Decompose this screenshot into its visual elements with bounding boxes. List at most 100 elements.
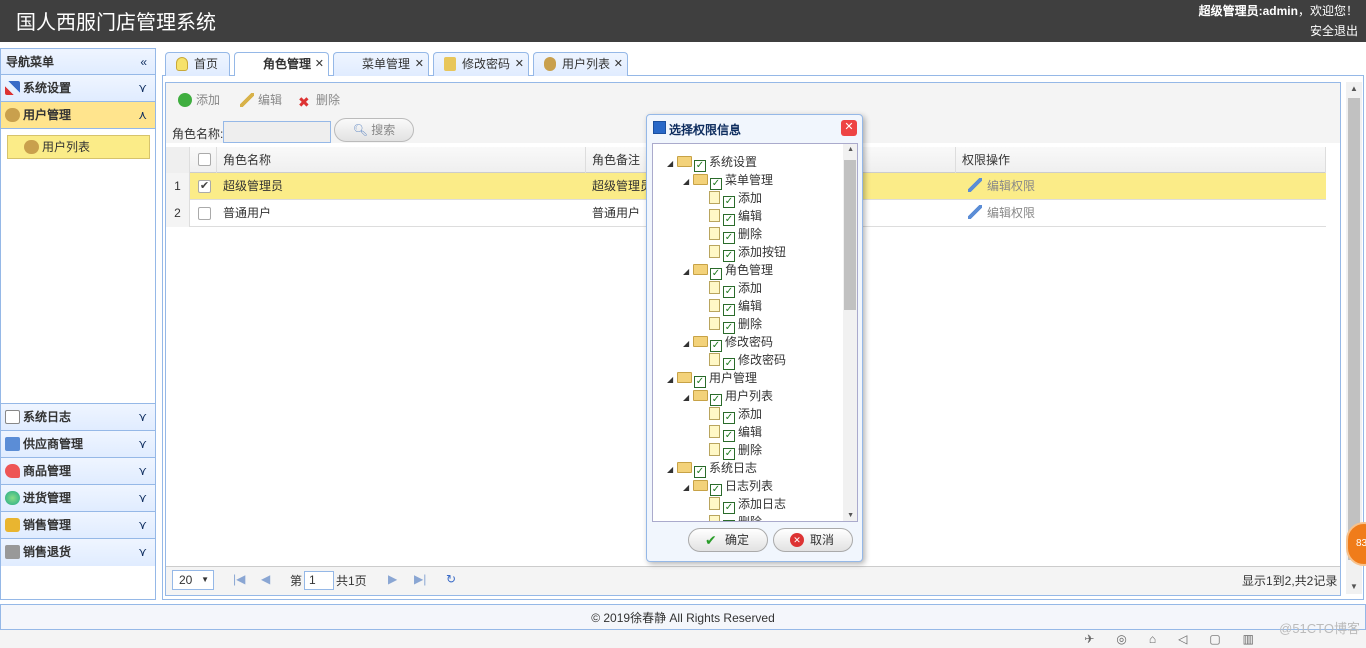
scroll-down-arrow-icon[interactable]: ▼: [1350, 582, 1358, 591]
expand-arrow-icon[interactable]: ◢: [683, 263, 693, 281]
tree-node[interactable]: ✓ 添加: [699, 189, 762, 208]
header-permission[interactable]: 权限操作: [956, 147, 1326, 173]
refresh-icon[interactable]: ↻: [446, 572, 456, 586]
expand-arrow-icon[interactable]: ◢: [667, 461, 677, 479]
nav-section-sales-return[interactable]: 销售退货 ⋎: [1, 539, 155, 566]
prev-page-icon[interactable]: ◀: [261, 572, 270, 586]
edit-button[interactable]: 编辑: [240, 91, 282, 108]
pin-icon[interactable]: ✈: [1084, 632, 1116, 646]
cell-role-name: 普通用户: [223, 206, 272, 220]
tree-node[interactable]: ✓ 编辑: [699, 297, 762, 316]
search-button[interactable]: 🔍︎ 搜索: [334, 118, 414, 142]
close-icon[interactable]: ✕: [515, 53, 524, 75]
nav-section-system-settings[interactable]: 系统设置 ⋎: [1, 75, 155, 102]
row-checkbox[interactable]: [198, 207, 211, 220]
tab-home[interactable]: 首页: [165, 52, 230, 76]
volume-icon[interactable]: ◁: [1178, 632, 1209, 646]
tree-node[interactable]: ✓删除: [699, 441, 762, 460]
tree-node[interactable]: ✓ 编辑: [699, 423, 762, 442]
nav-section-user-management[interactable]: 用户管理 ⋏: [1, 102, 155, 129]
expand-arrow-icon[interactable]: ◢: [683, 173, 693, 191]
nav-section-purchase[interactable]: 进货管理 ⋎: [1, 485, 155, 512]
close-icon[interactable]: ✕: [841, 120, 857, 136]
expand-arrow-icon[interactable]: ◢: [667, 371, 677, 389]
tree-node[interactable]: ✓ 添加: [699, 405, 763, 424]
nav-section-supplier[interactable]: 供应商管理 ⋎: [1, 431, 155, 458]
row-checkbox[interactable]: ✔: [198, 180, 211, 193]
rss-icon[interactable]: ◎: [1116, 632, 1148, 646]
tab-menu-management[interactable]: 菜单管理 ✕: [333, 52, 429, 76]
close-icon[interactable]: ✕: [415, 53, 424, 75]
expand-arrow-icon[interactable]: ◢: [683, 389, 693, 407]
add-button[interactable]: 添加: [178, 91, 220, 108]
tree-node[interactable]: ✓ 编辑: [699, 207, 762, 226]
folder-icon: [693, 174, 708, 185]
nav-section-label: 商品管理: [23, 464, 72, 478]
ok-button[interactable]: ✔ 确定: [688, 528, 768, 552]
content-scrollbar-thumb[interactable]: [1348, 98, 1360, 560]
logout-link[interactable]: 安全退出: [1310, 22, 1358, 39]
delete-button[interactable]: ✖ 删除: [298, 91, 340, 109]
expand-arrow-icon[interactable]: ◢: [683, 479, 693, 497]
tree-node[interactable]: ◢ ✓ 系统设置: [667, 153, 757, 173]
first-page-icon[interactable]: |◀: [233, 572, 245, 586]
select-all-checkbox[interactable]: [198, 153, 211, 166]
close-icon[interactable]: ✕: [614, 53, 623, 75]
tree-node[interactable]: ◢ ✓ 日志列表: [683, 477, 774, 497]
tree-node[interactable]: ✓ 修改密码: [699, 351, 786, 370]
tree-node[interactable]: ✓ 添加按钮: [699, 243, 786, 262]
nav-section-label: 系统日志: [23, 410, 72, 424]
tree-node-label: 删除: [738, 317, 763, 331]
scroll-up-arrow-icon[interactable]: ▲: [847, 146, 854, 153]
tree-node[interactable]: ✓删除: [699, 513, 762, 521]
tree-node[interactable]: ✓ 添加日志: [699, 495, 786, 514]
nav-section-goods[interactable]: 商品管理 ⋎: [1, 458, 155, 485]
collapse-icon[interactable]: «: [140, 49, 147, 75]
edit-permission-link[interactable]: 编辑权限: [962, 200, 1035, 227]
tree-scrollbar-thumb[interactable]: [844, 160, 856, 310]
tree-checkbox[interactable]: ✓: [723, 520, 735, 521]
tree-node[interactable]: ✓删除: [699, 315, 763, 334]
edit-permission-link[interactable]: 编辑权限: [962, 173, 1035, 200]
window-icon[interactable]: ▢: [1209, 632, 1242, 646]
home-icon[interactable]: ⌂: [1149, 632, 1178, 646]
tree-node[interactable]: ✓删除: [699, 225, 763, 244]
tree-node-label: 日志列表: [725, 479, 774, 493]
coins-icon: [5, 518, 20, 532]
tree-node-label: 添加: [738, 281, 763, 295]
tree-node[interactable]: ◢ ✓ 角色管理: [683, 261, 773, 281]
header-role-name[interactable]: 角色名称: [217, 147, 586, 173]
role-name-search-input[interactable]: [223, 121, 331, 143]
expand-arrow-icon[interactable]: ◢: [683, 335, 693, 353]
tree-node-label: 删除: [738, 227, 763, 241]
file-icon: [709, 227, 720, 240]
next-page-icon[interactable]: ▶: [388, 572, 397, 586]
scroll-down-arrow-icon[interactable]: ▼: [847, 512, 854, 519]
nav-section-sales[interactable]: 销售管理 ⋎: [1, 512, 155, 539]
expand-arrow-icon[interactable]: ◢: [667, 155, 677, 173]
tree-node[interactable]: ◢ ✓ 用户管理: [667, 369, 757, 389]
page-size-select[interactable]: 20 ▼: [172, 570, 214, 590]
nav-section-label: 销售管理: [23, 518, 72, 532]
cancel-button[interactable]: ✕ 取消: [773, 528, 853, 552]
row-number: 2: [166, 200, 190, 227]
tab-role-management[interactable]: 角色管理 ✕: [234, 52, 329, 77]
tree-node[interactable]: ◢ ✓ 系统日志: [667, 459, 757, 479]
tree-node[interactable]: ◢ ✓ 修改密码: [683, 333, 773, 353]
tab-user-list[interactable]: 用户列表 ✕: [533, 52, 628, 76]
scroll-up-arrow-icon[interactable]: ▲: [1350, 84, 1358, 93]
nav-section-system-log[interactable]: 系统日志 ⋎: [1, 404, 155, 431]
tree-node[interactable]: ◢ ✓ 用户列表: [683, 387, 773, 407]
page-number-input[interactable]: 1: [304, 571, 334, 590]
tree-node[interactable]: ◢ ✓ 菜单管理: [683, 171, 773, 191]
nav-section-label: 进货管理: [23, 491, 72, 505]
close-icon[interactable]: ✕: [315, 53, 324, 75]
chevron-down-icon: ⋎: [138, 81, 147, 95]
nav-item-user-list[interactable]: 用户列表: [7, 135, 150, 159]
trash-icon[interactable]: ▥: [1243, 632, 1276, 646]
last-page-icon[interactable]: ▶|: [414, 572, 426, 586]
tree-node[interactable]: ✓ 添加: [699, 279, 763, 298]
tree-node-label: 添加: [738, 407, 763, 421]
tab-change-password[interactable]: 修改密码 ✕: [433, 52, 529, 76]
heart-icon: [5, 464, 20, 478]
